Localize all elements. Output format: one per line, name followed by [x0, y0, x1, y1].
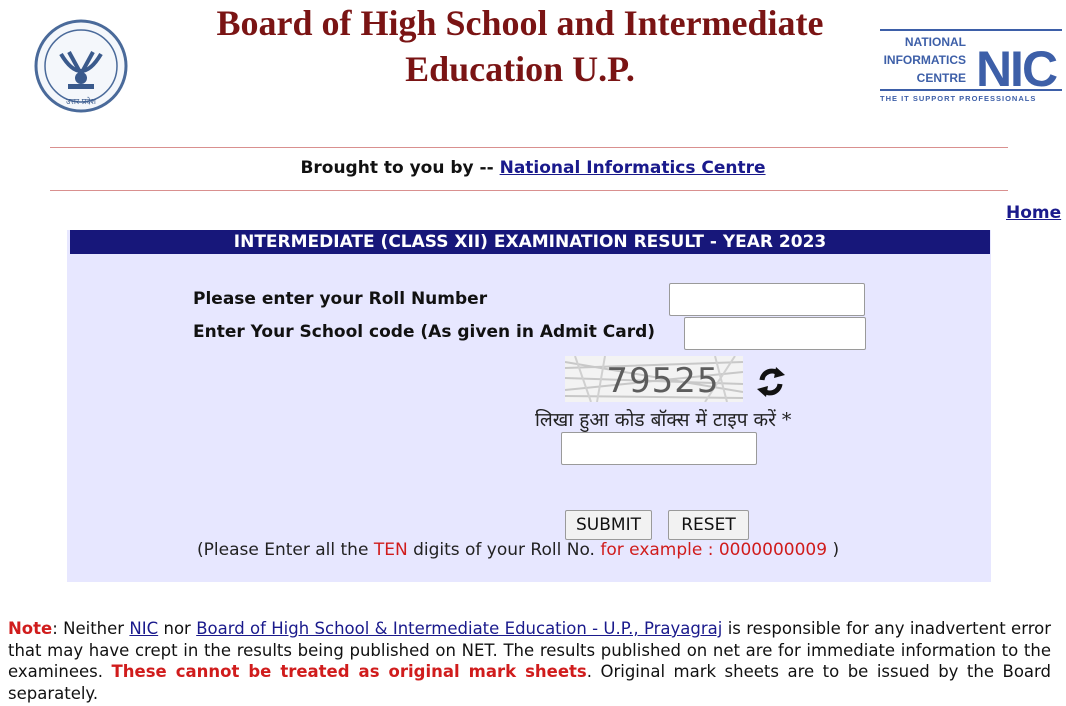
header-divider-top: [50, 147, 1008, 148]
note-text: nor: [163, 619, 191, 638]
school-code-input[interactable]: [684, 317, 866, 350]
captcha-prompt: लिखा हुआ कोड बॉक्स में टाइप करें *: [535, 409, 792, 431]
brought-by-prefix: Brought to you by --: [300, 158, 494, 178]
svg-text:उत्तर प्रदेश: उत्तर प्रदेश: [66, 96, 97, 106]
disclaimer-note: Note: Neither NIC nor Board of High Scho…: [8, 618, 1051, 704]
hint-text-middle: digits of your Roll No.: [413, 540, 595, 560]
submit-button[interactable]: SUBMIT: [565, 510, 652, 540]
captcha-input[interactable]: [561, 432, 757, 465]
refresh-captcha-icon[interactable]: [752, 363, 790, 401]
reset-button[interactable]: RESET: [668, 510, 749, 540]
school-code-label: Enter Your School code (As given in Admi…: [193, 322, 656, 342]
brought-by-line: Brought to you by -- National Informatic…: [0, 158, 1066, 178]
svg-text:THE IT SUPPORT PROFESSIONALS: THE IT SUPPORT PROFESSIONALS: [880, 94, 1036, 103]
note-label: Note: [8, 619, 53, 638]
form-title: INTERMEDIATE (CLASS XII) EXAMINATION RES…: [70, 230, 990, 254]
roll-number-hint: (Please Enter all the TEN digits of your…: [197, 540, 839, 560]
note-warning: These cannot be treated as original mark…: [111, 662, 587, 681]
up-board-seal-logo: उत्तर प्रदेश: [28, 18, 134, 114]
note-board-link[interactable]: Board of High School & Intermediate Educ…: [196, 619, 722, 638]
hint-text-close: ): [832, 540, 840, 560]
nic-logo: NATIONAL INFORMATICS CENTRE NIC THE IT S…: [880, 28, 1065, 106]
page-title: Board of High School and Intermediate Ed…: [150, 0, 890, 92]
captcha-image: 79525: [564, 355, 744, 403]
page-title-line-1: Board of High School and Intermediate: [216, 3, 824, 43]
note-text: : Neither: [52, 619, 125, 638]
nic-link[interactable]: National Informatics Centre: [500, 158, 766, 178]
svg-text:CENTRE: CENTRE: [917, 71, 966, 85]
hint-example: for example : 0000000009: [600, 540, 828, 560]
page-title-line-2: Education U.P.: [405, 49, 635, 89]
home-link[interactable]: Home: [1006, 203, 1061, 223]
hint-ten-emphasis: TEN: [373, 540, 408, 560]
captcha-code: 79525: [606, 361, 719, 401]
hint-text-open: (Please Enter all the: [197, 540, 369, 560]
svg-text:NATIONAL: NATIONAL: [905, 35, 966, 49]
header-divider-bottom: [50, 190, 1008, 191]
svg-text:NIC: NIC: [976, 41, 1057, 97]
svg-text:INFORMATICS: INFORMATICS: [884, 53, 966, 67]
note-nic-link[interactable]: NIC: [129, 619, 158, 638]
roll-number-label: Please enter your Roll Number: [193, 289, 488, 309]
roll-number-input[interactable]: [669, 283, 865, 316]
